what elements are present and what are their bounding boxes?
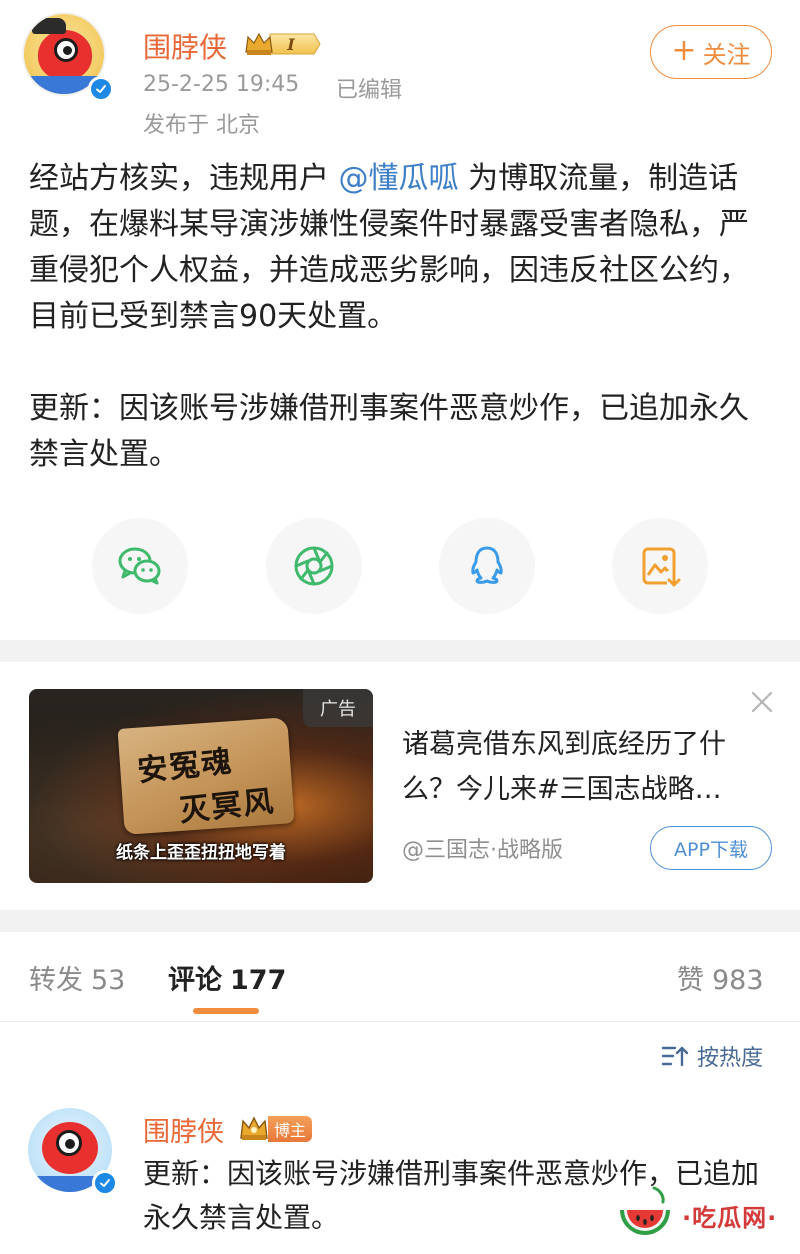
user-mention-link[interactable]: @懂瓜呱: [339, 161, 459, 196]
share-bar: [0, 518, 800, 614]
post-time: 25-2-25 19:45: [143, 72, 300, 97]
ad-card[interactable]: 安冤魂 灭冥风 纸条上歪歪扭扭地写着 广告 诸葛亮借东风到底经历了什么？今儿来#…: [0, 662, 800, 910]
qq-icon: [471, 546, 503, 584]
commenter-avatar[interactable]: [28, 1108, 120, 1200]
sort-label: 按热度: [697, 1046, 764, 1071]
vip-level-text: I: [286, 35, 295, 54]
weibo-post-page: 围脖侠 I 25-2-25 19:45 已编辑 发布于 北京 + 关注 经站方核…: [0, 0, 800, 1254]
ad-source[interactable]: @三国志·战略版: [402, 832, 563, 864]
commenter-name[interactable]: 围脖侠: [143, 1110, 224, 1149]
share-wechat-button[interactable]: [92, 518, 188, 614]
watermelon-logo-icon: [620, 1186, 670, 1235]
author-name[interactable]: 围脖侠: [143, 26, 227, 66]
site-watermark: ·吃瓜网·: [612, 1176, 800, 1254]
ad-tag: 广告: [303, 689, 373, 727]
sort-icon: [661, 1046, 689, 1067]
section-divider: [0, 910, 800, 932]
verified-icon: [88, 76, 114, 102]
share-moments-button[interactable]: [266, 518, 362, 614]
save-image-icon: [642, 547, 681, 587]
author-avatar[interactable]: [22, 12, 116, 106]
interaction-tabs: 转发 53 评论 177 赞 983: [0, 932, 800, 1022]
tab-repost[interactable]: 转发 53: [29, 958, 125, 997]
post-header: 围脖侠 I 25-2-25 19:45 已编辑 发布于 北京 + 关注: [0, 0, 800, 145]
ad-image[interactable]: 安冤魂 灭冥风 纸条上歪歪扭扭地写着 广告: [29, 689, 373, 883]
share-qq-button[interactable]: [439, 518, 535, 614]
tab-comment[interactable]: 评论 177: [168, 958, 286, 997]
sort-by-hot-button[interactable]: 按热度: [661, 1040, 763, 1072]
moments-icon: [294, 546, 334, 586]
section-divider: [0, 640, 800, 662]
crown-icon: [240, 1116, 268, 1140]
verified-icon: [92, 1170, 118, 1196]
vip-level-badge: I: [245, 32, 321, 55]
ad-title[interactable]: 诸葛亮借东风到底经历了什么？今儿来#三国志战略…: [402, 722, 774, 812]
plus-icon: +: [671, 32, 697, 68]
tab-like[interactable]: 赞 983: [677, 958, 764, 997]
edited-label[interactable]: 已编辑: [336, 72, 402, 104]
watermark-text: ·吃瓜网·: [682, 1204, 778, 1232]
post-body: 经站方核实，违规用户 @懂瓜呱 为博取流量，制造话题，在爆料某导演涉嫌性侵案件时…: [29, 156, 774, 478]
save-image-button[interactable]: [612, 518, 708, 614]
ad-image-caption: 纸条上歪歪扭扭地写着: [116, 843, 286, 863]
post-paragraph-2: 更新：因该账号涉嫌借刑事案件恶意炒作，已追加永久禁言处置。: [29, 391, 749, 472]
post-paragraph-1: 经站方核实，违规用户 @懂瓜呱 为博取流量，制造话题，在爆料某导演涉嫌性侵案件时…: [29, 161, 749, 334]
follow-label: 关注: [702, 40, 751, 69]
close-icon[interactable]: [750, 690, 774, 714]
wechat-icon: [118, 547, 161, 585]
active-tab-indicator: [193, 1008, 259, 1014]
app-download-button[interactable]: APP下载: [650, 826, 772, 870]
follow-button[interactable]: + 关注: [650, 25, 772, 79]
post-location: 发布于 北京: [143, 113, 260, 138]
author-badge: 博主: [268, 1116, 313, 1142]
